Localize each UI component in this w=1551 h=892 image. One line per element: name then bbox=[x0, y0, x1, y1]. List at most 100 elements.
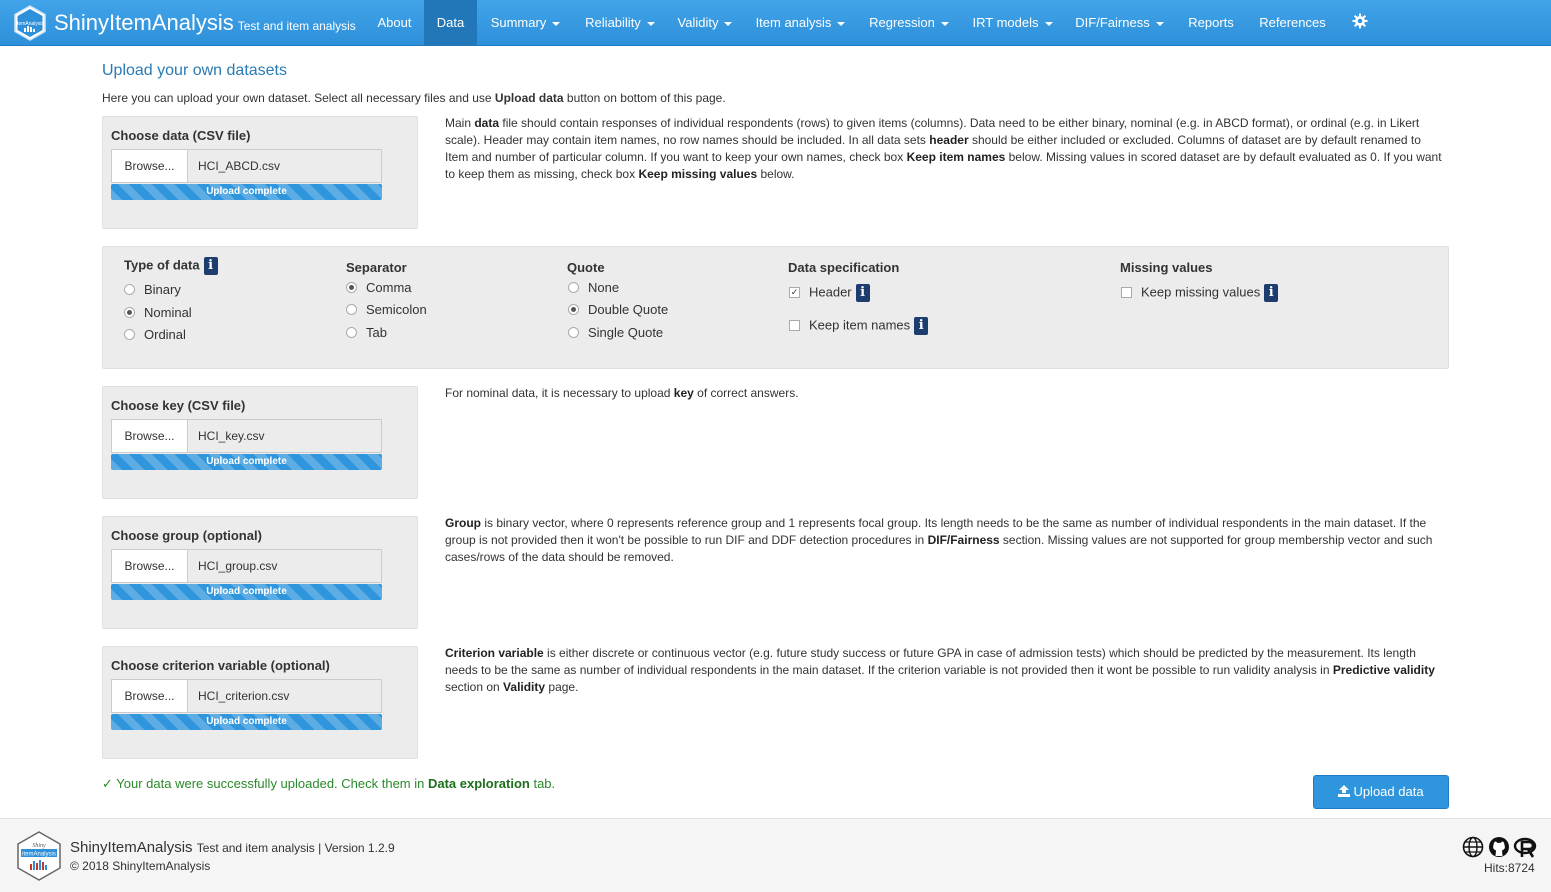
keep-item-names-checkbox[interactable]: Keep item names i bbox=[789, 317, 929, 335]
radio-icon bbox=[124, 284, 135, 296]
description-bold: Criterion variable bbox=[445, 646, 544, 660]
type-nominal-radio[interactable]: Nominal bbox=[124, 305, 192, 320]
info-icon[interactable]: i bbox=[855, 284, 870, 302]
nav-references[interactable]: References bbox=[1248, 0, 1337, 46]
description-text: page. bbox=[545, 680, 579, 694]
success-bold: Data exploration bbox=[427, 776, 530, 791]
criterion-file-name[interactable]: HCI_criterion.csv bbox=[187, 679, 382, 713]
chevron-down-icon bbox=[940, 21, 949, 26]
nav-dif-fairness-label: DIF/Fairness bbox=[1075, 15, 1150, 30]
upload-success-message: ✓ Your data were successfully uploaded. … bbox=[102, 776, 555, 792]
separator-heading: Separator bbox=[346, 260, 407, 275]
data-browse-button[interactable]: Browse... bbox=[111, 149, 187, 183]
separator-comma-label: Comma bbox=[366, 280, 412, 295]
app-logo-icon[interactable]: itemAnalysis bbox=[12, 5, 48, 41]
description-bold: DIF/Fairness bbox=[927, 533, 1000, 547]
footer-version: Test and item analysis | Version 1.2.9 bbox=[196, 841, 395, 855]
app-brand-name: ShinyItemAnalysis bbox=[54, 10, 234, 35]
checkbox-icon bbox=[789, 319, 800, 331]
nav-reports[interactable]: Reports bbox=[1176, 0, 1246, 46]
nav-irt-models-label: IRT models bbox=[972, 15, 1039, 30]
top-navbar: itemAnalysis ShinyItemAnalysis Test and i… bbox=[0, 0, 1551, 46]
header-checkbox[interactable]: ✓ Header i bbox=[789, 284, 870, 302]
checkbox-icon bbox=[1121, 286, 1132, 298]
success-text: Your data were successfully uploaded. Ch… bbox=[112, 776, 428, 791]
key-upload-progress: Upload complete bbox=[111, 454, 382, 470]
keep-missing-label: Keep missing values bbox=[1141, 284, 1261, 300]
nav-item-analysis-label: Item analysis bbox=[755, 15, 832, 30]
data-spec-heading: Data specification bbox=[788, 260, 900, 275]
keep-item-names-label: Keep item names bbox=[809, 317, 911, 333]
quote-single-radio[interactable]: Single Quote bbox=[568, 325, 663, 340]
key-upload-panel: Choose key (CSV file) Browse... HCI_key.… bbox=[102, 386, 418, 499]
info-icon[interactable]: i bbox=[1264, 284, 1279, 302]
keep-missing-checkbox[interactable]: Keep missing values i bbox=[1121, 284, 1279, 302]
app-brand[interactable]: ShinyItemAnalysis Test and item analysis bbox=[54, 10, 356, 39]
footer-links bbox=[1462, 836, 1537, 858]
separator-tab-label: Tab bbox=[366, 325, 387, 340]
nav-validity-label: Validity bbox=[677, 15, 719, 30]
description-bold: data bbox=[474, 116, 500, 130]
description-bold: Validity bbox=[503, 680, 546, 694]
criterion-browse-button[interactable]: Browse... bbox=[111, 679, 187, 713]
type-ordinal-label: Ordinal bbox=[144, 327, 186, 342]
upload-data-label: Upload data bbox=[1353, 784, 1424, 799]
intro-text-end: button on bottom of this page. bbox=[563, 91, 726, 105]
type-binary-radio[interactable]: Binary bbox=[124, 282, 181, 297]
data-upload-progress: Upload complete bbox=[111, 184, 382, 200]
success-text-end: tab. bbox=[529, 776, 556, 791]
group-upload-progress: Upload complete bbox=[111, 584, 382, 600]
nav-summary[interactable]: Summary bbox=[479, 0, 572, 46]
github-icon[interactable] bbox=[1489, 837, 1509, 857]
type-of-data-label: Type of data bbox=[124, 257, 200, 273]
nav-regression[interactable]: Regression bbox=[858, 0, 960, 46]
header-label: Header bbox=[809, 284, 852, 300]
upload-data-button[interactable]: Upload data bbox=[1313, 775, 1449, 809]
description-bold: header bbox=[929, 133, 969, 147]
key-description: For nominal data, it is necessary to upl… bbox=[445, 385, 1445, 402]
data-file-name[interactable]: HCI_ABCD.csv bbox=[187, 149, 382, 183]
quote-double-radio[interactable]: Double Quote bbox=[568, 302, 668, 317]
intro-bold: Upload data bbox=[494, 91, 564, 105]
description-bold: Group bbox=[445, 516, 481, 530]
page-title: Upload your own datasets bbox=[102, 62, 287, 79]
separator-tab-radio[interactable]: Tab bbox=[346, 325, 387, 340]
group-file-name[interactable]: HCI_group.csv bbox=[187, 549, 382, 583]
nav-regression-label: Regression bbox=[869, 15, 935, 30]
globe-icon[interactable] bbox=[1462, 836, 1484, 858]
data-upload-panel: Choose data (CSV file) Browse... HCI_ABC… bbox=[102, 116, 418, 229]
key-file-name[interactable]: HCI_key.csv bbox=[187, 419, 382, 453]
separator-semicolon-label: Semicolon bbox=[366, 302, 427, 317]
app-logo-text: itemAnalysis bbox=[16, 21, 45, 27]
nav-validity[interactable]: Validity bbox=[667, 0, 743, 46]
nav-about[interactable]: About bbox=[366, 0, 423, 46]
type-ordinal-radio[interactable]: Ordinal bbox=[124, 327, 186, 342]
group-upload-panel: Choose group (optional) Browse... HCI_gr… bbox=[102, 516, 418, 629]
radio-icon bbox=[346, 304, 357, 316]
separator-semicolon-radio[interactable]: Semicolon bbox=[346, 302, 427, 317]
nav-reliability-label: Reliability bbox=[585, 15, 641, 30]
info-icon[interactable]: i bbox=[914, 317, 929, 335]
nav-reliability[interactable]: Reliability bbox=[574, 0, 666, 46]
nav-item-analysis[interactable]: Item analysis bbox=[745, 0, 856, 46]
nav-reports-label: Reports bbox=[1188, 15, 1234, 30]
r-project-icon[interactable] bbox=[1513, 837, 1537, 858]
description-text: For nominal data, it is necessary to upl… bbox=[445, 386, 674, 400]
gear-icon[interactable] bbox=[1352, 13, 1368, 29]
app-brand-subtitle: Test and item analysis bbox=[237, 19, 356, 33]
key-browse-button[interactable]: Browse... bbox=[111, 419, 187, 453]
chevron-down-icon bbox=[724, 21, 733, 26]
group-browse-button[interactable]: Browse... bbox=[111, 549, 187, 583]
quote-none-radio[interactable]: None bbox=[568, 280, 619, 295]
chevron-down-icon bbox=[646, 21, 655, 26]
description-bold: Predictive validity bbox=[1332, 663, 1435, 677]
radio-icon bbox=[346, 327, 357, 339]
separator-comma-radio[interactable]: Comma bbox=[346, 280, 412, 295]
nav-dif-fairness[interactable]: DIF/Fairness bbox=[1065, 0, 1174, 46]
description-text: Main bbox=[445, 116, 475, 130]
settings-panel: Type of data i Binary Nominal Ordinal Sep… bbox=[102, 246, 1449, 369]
info-icon[interactable]: i bbox=[203, 257, 218, 275]
nav-irt-models[interactable]: IRT models bbox=[962, 0, 1063, 46]
description-bold: key bbox=[673, 386, 694, 400]
nav-data[interactable]: Data bbox=[424, 0, 477, 46]
